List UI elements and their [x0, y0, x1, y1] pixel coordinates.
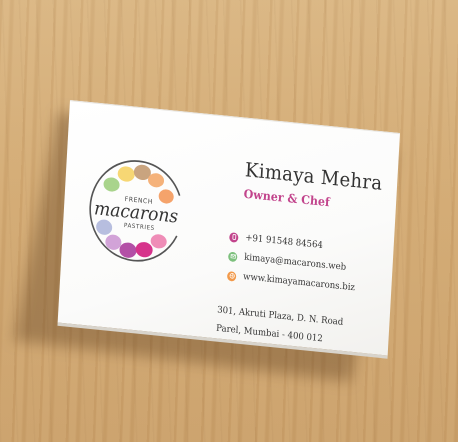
contact-phone: +91 91548 84564: [229, 231, 323, 251]
contact-website-text: www.kimayamacarons.biz: [242, 271, 356, 294]
contact-phone-text: +91 91548 84564: [245, 232, 324, 252]
contact-email: kimaya@macarons.web: [227, 251, 347, 274]
macaron-yellow: [117, 166, 135, 182]
macaron-pink: [150, 234, 167, 249]
address-line-2: Parel, Mumbai - 400 012: [215, 323, 323, 345]
macaron-magenta: [135, 242, 153, 258]
macaron-orange: [158, 189, 174, 204]
macarons-logo: FRENCH macarons PASTRIES: [89, 160, 184, 262]
mail-icon: [227, 251, 238, 262]
business-card: FRENCH macarons PASTRIES Kimaya Mehra Ow…: [57, 100, 400, 356]
macaron-lavender: [96, 219, 113, 235]
contact-email-text: kimaya@macarons.web: [243, 252, 347, 274]
card-role: Owner & Chef: [243, 186, 331, 210]
macaron-green: [103, 177, 120, 192]
desk-scene: FRENCH macarons PASTRIES Kimaya Mehra Ow…: [0, 0, 458, 442]
macaron-purple: [119, 242, 137, 258]
globe-icon: [226, 270, 237, 282]
phone-icon: [229, 231, 239, 243]
contact-website: www.kimayamacarons.biz: [226, 270, 356, 294]
